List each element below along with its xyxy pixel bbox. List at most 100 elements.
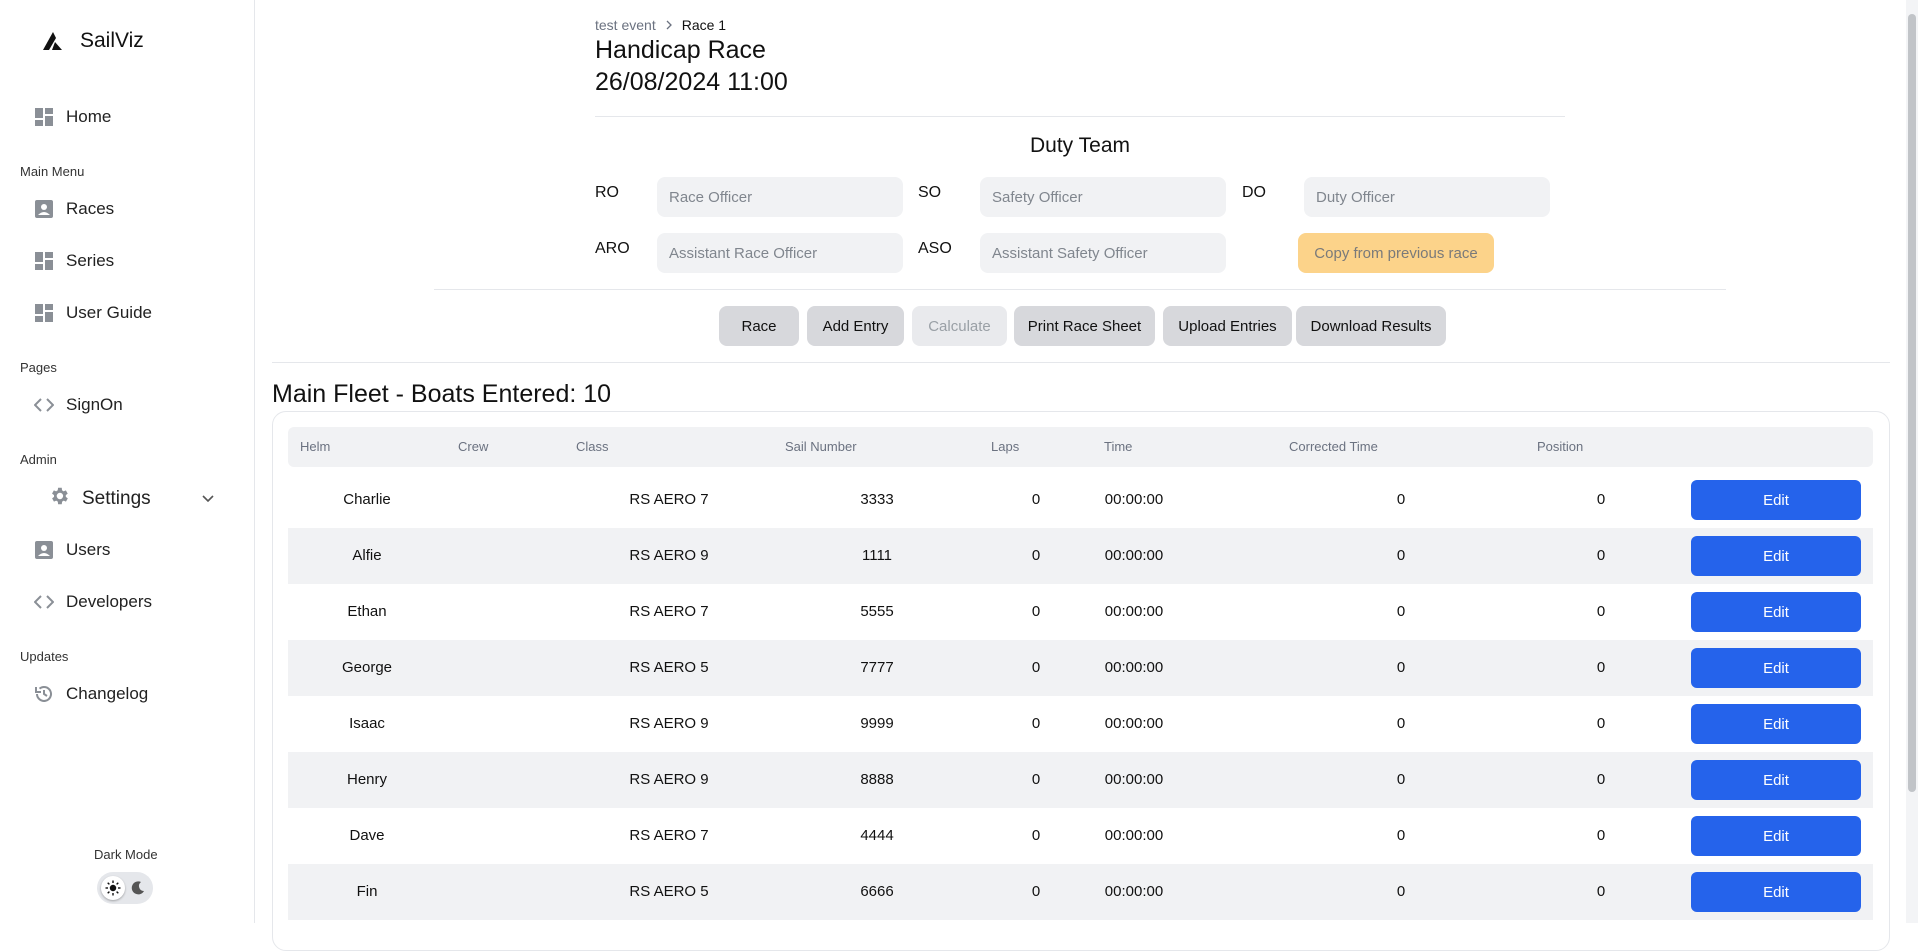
cell-time: 00:00:00 — [1104, 603, 1164, 620]
cell-sail-number: 3333 — [860, 491, 894, 508]
sidebar-item-races[interactable]: Races — [34, 199, 114, 219]
cell-helm: Isaac — [349, 715, 385, 732]
divider — [595, 116, 1565, 117]
sidebar-item-series[interactable]: Series — [34, 251, 114, 271]
cell-laps: 0 — [1031, 603, 1041, 620]
safety-officer-input[interactable] — [980, 177, 1226, 217]
sidebar-item-label: Developers — [66, 592, 152, 611]
cell-sail-number: 5555 — [860, 603, 894, 620]
duty-officer-input[interactable] — [1304, 177, 1550, 217]
edit-button[interactable]: Edit — [1691, 760, 1861, 800]
cell-sail-number: 8888 — [860, 771, 894, 788]
column-header-crew[interactable]: Crew — [458, 439, 488, 454]
scrollbar-thumb[interactable] — [1908, 14, 1916, 792]
cell-corrected-time: 0 — [1396, 603, 1406, 620]
edit-button[interactable]: Edit — [1691, 480, 1861, 520]
cell-class: RS AERO 5 — [629, 883, 709, 900]
cell-time: 00:00:00 — [1104, 659, 1164, 676]
breadcrumb: test event Race 1 — [595, 17, 726, 33]
aso-label: ASO — [918, 240, 952, 257]
scrollbar[interactable] — [1906, 0, 1918, 923]
cell-time: 00:00:00 — [1104, 547, 1164, 564]
sidebar: SailViz Home Main Menu Races Series User… — [0, 0, 255, 923]
chevron-down-icon[interactable] — [200, 490, 216, 506]
upload-entries-button[interactable]: Upload Entries — [1163, 306, 1292, 346]
sidebar-item-settings[interactable]: Settings — [48, 485, 151, 513]
fleet-title: Main Fleet - Boats Entered: 10 — [272, 380, 612, 408]
table-row: Alfie RS AERO 9 1111 0 00:00:00 0 0 Edit — [288, 528, 1873, 584]
edit-button[interactable]: Edit — [1691, 816, 1861, 856]
column-header-sail-number[interactable]: Sail Number — [785, 439, 857, 454]
cell-sail-number: 6666 — [860, 883, 894, 900]
assistant-safety-officer-input[interactable] — [980, 233, 1226, 273]
copy-from-previous-race-button[interactable]: Copy from previous race — [1298, 233, 1494, 273]
edit-button[interactable]: Edit — [1691, 536, 1861, 576]
contact-card-icon — [34, 199, 54, 219]
cell-class: RS AERO 9 — [629, 715, 709, 732]
column-header-helm[interactable]: Helm — [300, 439, 330, 454]
section-label-pages: Pages — [20, 360, 57, 375]
sidebar-item-label: Races — [66, 199, 115, 218]
dashboard-icon — [34, 107, 54, 127]
cell-laps: 0 — [1031, 547, 1041, 564]
divider — [272, 362, 1890, 363]
dashboard-icon — [34, 303, 54, 323]
assistant-race-officer-input[interactable] — [657, 233, 903, 273]
race-datetime: 26/08/2024 11:00 — [595, 68, 788, 96]
cell-laps: 0 — [1031, 715, 1041, 732]
edit-button[interactable]: Edit — [1691, 648, 1861, 688]
cell-class: RS AERO 7 — [629, 827, 709, 844]
race-button[interactable]: Race — [719, 306, 799, 346]
breadcrumb-event-link[interactable]: test event — [595, 17, 656, 33]
so-label: SO — [918, 184, 942, 201]
download-results-button[interactable]: Download Results — [1296, 306, 1446, 346]
column-header-corrected-time[interactable]: Corrected Time — [1289, 439, 1378, 454]
race-officer-input[interactable] — [657, 177, 903, 217]
cell-helm: Ethan — [347, 603, 387, 620]
aro-label: ARO — [595, 240, 630, 257]
cell-helm: George — [341, 659, 393, 676]
edit-button[interactable]: Edit — [1691, 592, 1861, 632]
sidebar-item-changelog[interactable]: Changelog — [34, 684, 148, 704]
sidebar-item-users[interactable]: Users — [34, 540, 110, 560]
sidebar-item-home[interactable]: Home — [34, 107, 111, 127]
cell-corrected-time: 0 — [1396, 827, 1406, 844]
column-header-class[interactable]: Class — [576, 439, 609, 454]
sidebar-item-label: Series — [66, 251, 115, 270]
print-race-sheet-button[interactable]: Print Race Sheet — [1014, 306, 1155, 346]
dark-mode-toggle[interactable] — [97, 872, 153, 904]
column-header-laps[interactable]: Laps — [991, 439, 1019, 454]
brand[interactable]: SailViz — [40, 28, 144, 54]
divider — [434, 289, 1726, 290]
sidebar-item-developers[interactable]: Developers — [34, 592, 152, 612]
section-label-admin: Admin — [20, 452, 57, 467]
table-row: Charlie RS AERO 7 3333 0 00:00:00 0 0 Edit — [288, 472, 1873, 528]
section-label-updates: Updates — [20, 649, 69, 664]
cell-class: RS AERO 9 — [629, 771, 709, 788]
chevron-right-icon — [666, 20, 672, 30]
cell-corrected-time: 0 — [1396, 659, 1406, 676]
cell-helm: Fin — [356, 883, 378, 900]
cell-class: RS AERO 7 — [629, 491, 709, 508]
edit-button[interactable]: Edit — [1691, 872, 1861, 912]
cell-time: 00:00:00 — [1104, 827, 1164, 844]
sidebar-item-label: Changelog — [66, 684, 149, 703]
sidebar-item-user-guide[interactable]: User Guide — [34, 303, 152, 323]
table-row: Dave RS AERO 7 4444 0 00:00:00 0 0 Edit — [288, 808, 1873, 864]
table-row: George RS AERO 5 7777 0 00:00:00 0 0 Edit — [288, 640, 1873, 696]
cell-position: 0 — [1596, 603, 1606, 620]
sun-icon — [105, 880, 121, 896]
cell-position: 0 — [1596, 547, 1606, 564]
add-entry-button[interactable]: Add Entry — [807, 306, 904, 346]
calculate-button[interactable]: Calculate — [912, 306, 1007, 346]
sidebar-item-signon[interactable]: SignOn — [34, 395, 123, 415]
cell-class: RS AERO 5 — [629, 659, 709, 676]
column-header-position[interactable]: Position — [1537, 439, 1583, 454]
brand-name: SailViz — [80, 29, 144, 52]
edit-button[interactable]: Edit — [1691, 704, 1861, 744]
column-header-time[interactable]: Time — [1104, 439, 1132, 454]
cell-corrected-time: 0 — [1396, 547, 1406, 564]
cell-sail-number: 7777 — [860, 659, 894, 676]
cell-time: 00:00:00 — [1104, 883, 1164, 900]
cell-corrected-time: 0 — [1396, 491, 1406, 508]
